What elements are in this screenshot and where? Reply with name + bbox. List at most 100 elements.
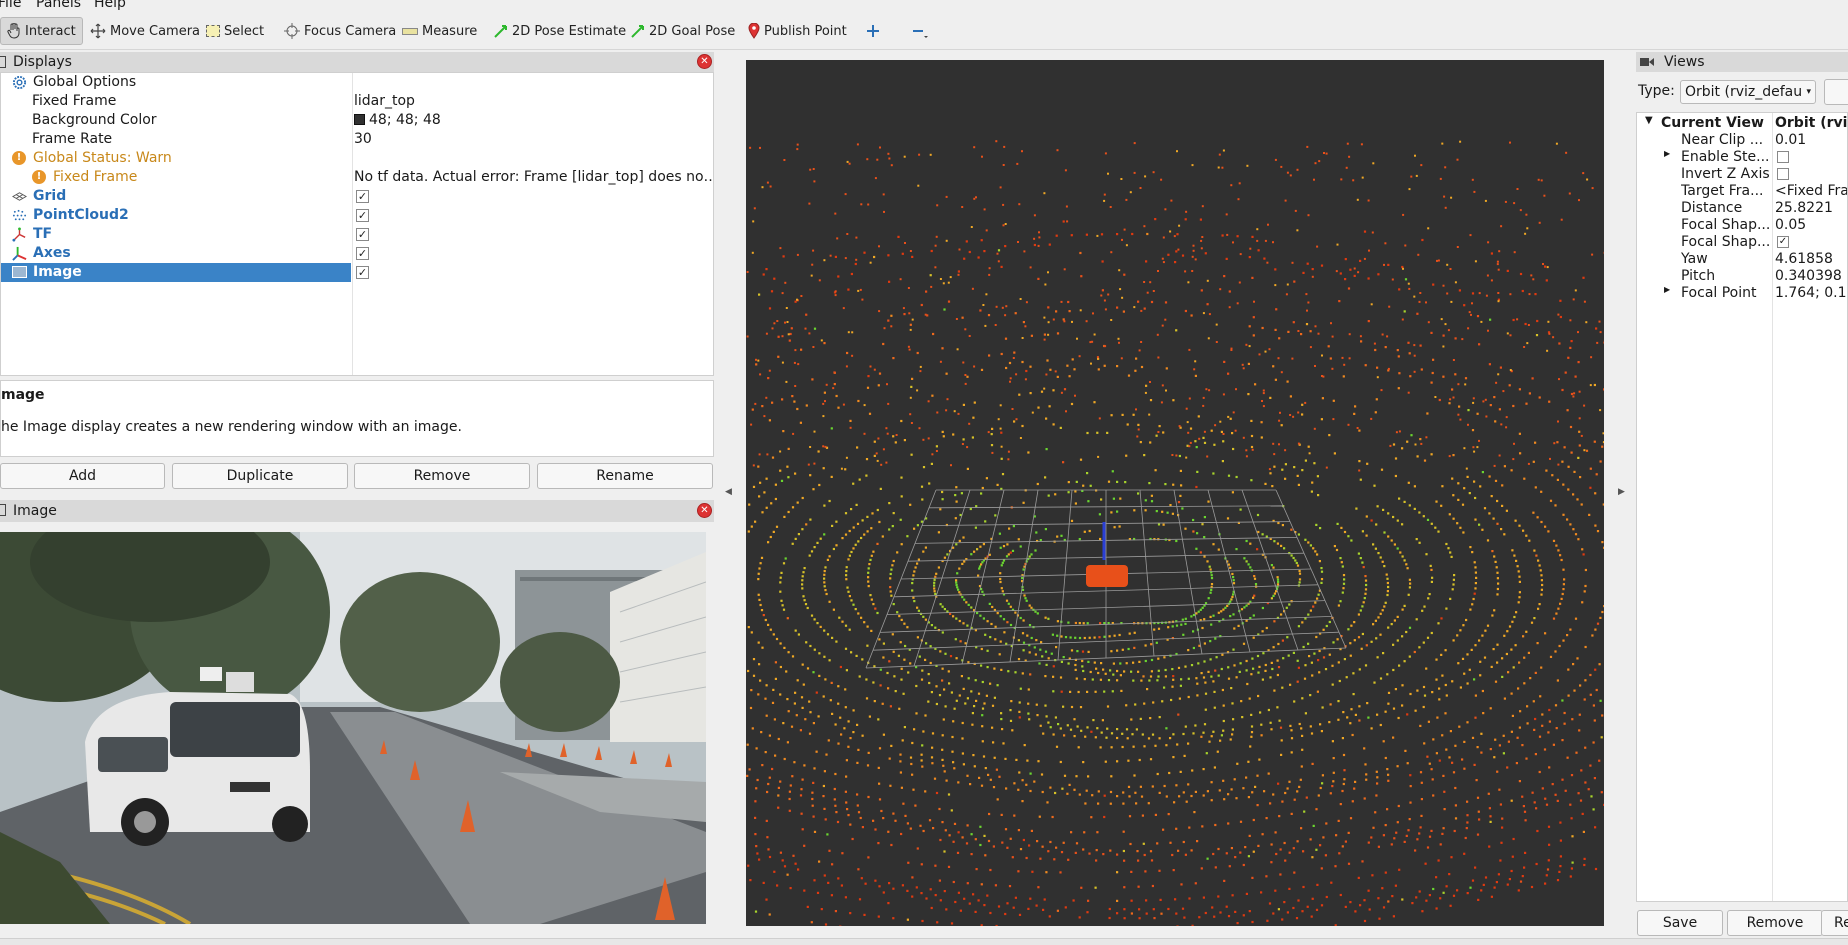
zero-view-button[interactable] bbox=[1824, 79, 1848, 105]
frame-rate-row[interactable]: Frame Rate 30 bbox=[1, 130, 713, 149]
view-property-value[interactable]: 4.61858 bbox=[1775, 251, 1833, 267]
display-row-axes[interactable]: Axes ✓ bbox=[1, 244, 713, 263]
measure-tool[interactable]: Measure bbox=[396, 17, 483, 45]
fixed-frame-value[interactable]: lidar_top bbox=[354, 93, 415, 109]
collapse-right-arrow[interactable]: ▶ bbox=[1618, 487, 1625, 497]
view-property-row[interactable]: Near Clip ... 0.01 bbox=[1637, 132, 1847, 149]
close-image-panel-button[interactable]: ✕ bbox=[697, 503, 712, 518]
select-box-icon bbox=[206, 25, 220, 37]
view-property-row[interactable]: Focal Shap... ✓ bbox=[1637, 234, 1847, 251]
add-display-button[interactable]: Add bbox=[0, 463, 165, 489]
grid-checkbox[interactable]: ✓ bbox=[356, 190, 369, 203]
view-property-value[interactable]: 0.01 bbox=[1775, 132, 1806, 148]
view-type-select[interactable]: Orbit (rviz_defau ▾ bbox=[1680, 80, 1816, 104]
select-tool[interactable]: Select bbox=[200, 17, 270, 45]
menu-help[interactable]: Help bbox=[94, 0, 126, 11]
fixed-frame-status-row[interactable]: ! Fixed Frame No tf data. Actual error: … bbox=[1, 168, 713, 187]
display-row-grid[interactable]: Grid ✓ bbox=[1, 187, 713, 206]
image-label: Image bbox=[33, 264, 82, 280]
focus-camera-tool[interactable]: Focus Camera bbox=[278, 17, 402, 45]
expand-arrow-icon[interactable]: ▶ bbox=[1664, 149, 1670, 158]
add-tool-button[interactable] bbox=[860, 17, 886, 45]
axes-label: Axes bbox=[33, 245, 71, 261]
camera-image bbox=[0, 532, 706, 924]
green-arrow-icon bbox=[494, 25, 507, 38]
background-color-key: Background Color bbox=[32, 112, 157, 128]
toolbar: Interact Move Camera Select Focus Camera… bbox=[0, 12, 1848, 50]
pointcloud2-checkbox[interactable]: ✓ bbox=[356, 209, 369, 222]
status-bar bbox=[0, 938, 1848, 945]
map-pin-icon bbox=[748, 23, 760, 39]
expand-arrow-icon: ▼ bbox=[1645, 115, 1653, 126]
image-panel-title: Image bbox=[13, 503, 57, 519]
remove-view-button[interactable]: Remove bbox=[1727, 910, 1823, 936]
display-row-tf[interactable]: TF ✓ bbox=[1, 225, 713, 244]
global-options-row[interactable]: Global Options bbox=[1, 73, 713, 92]
image-checkbox[interactable]: ✓ bbox=[356, 266, 369, 279]
view-property-row[interactable]: Invert Z Axis bbox=[1637, 166, 1847, 183]
view-property-value[interactable]: 25.8221 bbox=[1775, 200, 1833, 216]
rename-display-button[interactable]: Rename bbox=[537, 463, 713, 489]
pointcloud2-label: PointCloud2 bbox=[33, 207, 129, 223]
save-view-button[interactable]: Save bbox=[1637, 910, 1723, 936]
move-camera-tool[interactable]: Move Camera bbox=[84, 17, 206, 45]
dock-icon bbox=[0, 56, 6, 68]
view-property-value[interactable]: <Fixed Fran bbox=[1775, 183, 1847, 199]
current-view-row[interactable]: ▼ Current View Orbit (rviz bbox=[1637, 115, 1847, 132]
frame-rate-key: Frame Rate bbox=[32, 131, 113, 147]
display-row-image[interactable]: Image ✓ bbox=[1, 263, 713, 282]
view-property-row[interactable]: Pitch 0.340398 bbox=[1637, 268, 1847, 285]
frame-rate-value[interactable]: 30 bbox=[354, 131, 372, 147]
view-property-value[interactable]: 1.764; 0.15 bbox=[1775, 285, 1847, 301]
menu-panels[interactable]: Panels bbox=[36, 0, 81, 11]
view-property-checkbox[interactable] bbox=[1777, 168, 1789, 180]
tf-icon bbox=[12, 227, 26, 242]
close-displays-button[interactable]: ✕ bbox=[697, 54, 712, 69]
remove-tool-button[interactable] bbox=[906, 17, 934, 45]
expand-arrow-icon[interactable]: ▶ bbox=[1664, 285, 1670, 294]
fixed-frame-status-value: No tf data. Actual error: Frame [lidar_t… bbox=[354, 169, 714, 185]
camera-icon bbox=[1640, 58, 1654, 66]
view-type-value: Orbit (rviz_defau bbox=[1685, 84, 1803, 100]
duplicate-display-button[interactable]: Duplicate bbox=[172, 463, 348, 489]
display-row-pointcloud2[interactable]: PointCloud2 ✓ bbox=[1, 206, 713, 225]
collapse-left-arrow[interactable]: ◀ bbox=[725, 487, 732, 497]
fixed-frame-row[interactable]: Fixed Frame lidar_top bbox=[1, 92, 713, 111]
view-property-value[interactable]: 0.05 bbox=[1775, 217, 1806, 233]
origin-axes bbox=[1086, 522, 1128, 587]
tf-checkbox[interactable]: ✓ bbox=[356, 228, 369, 241]
3d-render-viewport[interactable] bbox=[746, 60, 1604, 926]
view-property-row[interactable]: Distance 25.8221 bbox=[1637, 200, 1847, 217]
global-status-row[interactable]: ! Global Status: Warn bbox=[1, 149, 713, 168]
fixed-frame-key: Fixed Frame bbox=[32, 93, 117, 109]
display-description: mage he Image display creates a new rend… bbox=[0, 380, 714, 457]
view-property-row[interactable]: ▶ Focal Point 1.764; 0.15 bbox=[1637, 285, 1847, 302]
image-panel-header: Image ✕ bbox=[0, 500, 714, 522]
view-property-row[interactable]: Yaw 4.61858 bbox=[1637, 251, 1847, 268]
chevron-down-icon: ▾ bbox=[1806, 87, 1811, 97]
rename-view-button[interactable]: Re bbox=[1821, 910, 1848, 936]
view-property-checkbox[interactable]: ✓ bbox=[1777, 236, 1789, 248]
interact-tool[interactable]: Interact bbox=[0, 17, 83, 45]
view-property-row[interactable]: ▶ Enable Ste... bbox=[1637, 149, 1847, 166]
view-property-row[interactable]: Focal Shap... 0.05 bbox=[1637, 217, 1847, 234]
view-property-value[interactable]: 0.340398 bbox=[1775, 268, 1842, 284]
views-panel-header: Views bbox=[1636, 52, 1848, 72]
measure-label: Measure bbox=[422, 23, 478, 39]
view-property-row[interactable]: Target Fra...<Fixed Fran bbox=[1637, 183, 1847, 200]
menu-file[interactable]: File bbox=[0, 0, 21, 11]
goal-pose-tool[interactable]: 2D Goal Pose bbox=[625, 17, 741, 45]
publish-point-tool[interactable]: Publish Point bbox=[742, 17, 853, 45]
move-arrows-icon bbox=[90, 23, 106, 39]
street-scene-image bbox=[0, 532, 706, 924]
background-color-value[interactable]: 48; 48; 48 bbox=[354, 112, 441, 128]
view-property-checkbox[interactable] bbox=[1777, 151, 1789, 163]
minus-dropdown-icon bbox=[913, 30, 928, 38]
pose-estimate-tool[interactable]: 2D Pose Estimate bbox=[488, 17, 632, 45]
pointcloud-icon bbox=[12, 209, 27, 221]
global-status-label: Global Status: Warn bbox=[33, 150, 172, 166]
goal-pose-label: 2D Goal Pose bbox=[649, 23, 736, 39]
axes-checkbox[interactable]: ✓ bbox=[356, 247, 369, 260]
background-color-row[interactable]: Background Color 48; 48; 48 bbox=[1, 111, 713, 130]
remove-display-button[interactable]: Remove bbox=[354, 463, 530, 489]
